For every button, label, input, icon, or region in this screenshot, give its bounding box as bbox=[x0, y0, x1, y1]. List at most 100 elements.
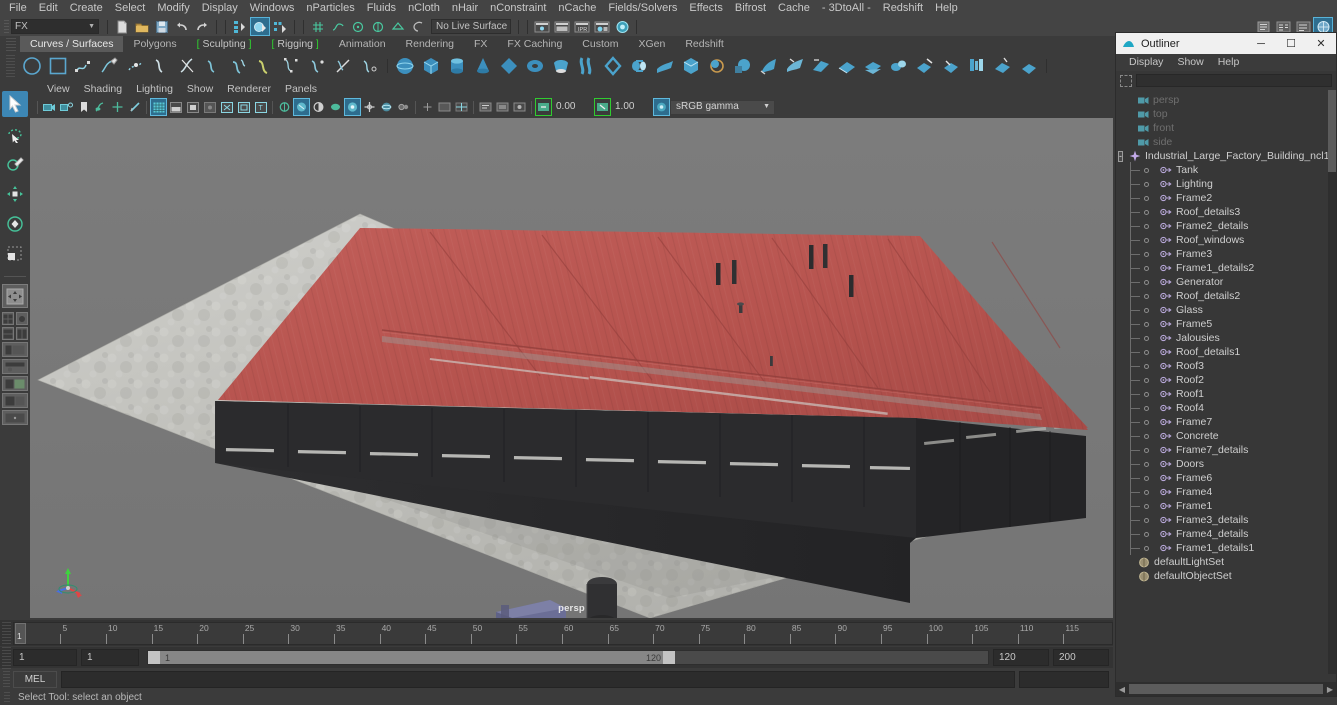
range-slider-grip[interactable] bbox=[2, 646, 11, 669]
camera-attributes-icon[interactable] bbox=[59, 99, 74, 115]
curve-cv-hardness-icon[interactable] bbox=[331, 53, 357, 78]
range-start-handle[interactable] bbox=[148, 651, 160, 664]
surface-fillet-icon[interactable] bbox=[990, 53, 1016, 78]
outliner-item-Roof1[interactable]: Roof1 bbox=[1116, 386, 1328, 401]
extrude-icon[interactable] bbox=[626, 53, 652, 78]
hypershade-persp-layout[interactable] bbox=[16, 327, 28, 340]
outliner-camera-top[interactable]: top bbox=[1116, 107, 1328, 121]
menu-3dtoall[interactable]: - 3DtoAll - bbox=[816, 0, 877, 17]
menu-windows[interactable]: Windows bbox=[244, 0, 301, 17]
snap-to-curve-icon[interactable] bbox=[329, 18, 347, 35]
bezier-curve-tool-icon[interactable] bbox=[123, 53, 149, 78]
curve-align-icon[interactable] bbox=[253, 53, 279, 78]
persp-outliner-layout[interactable] bbox=[16, 312, 28, 325]
pencil-curve-tool-icon[interactable] bbox=[97, 53, 123, 78]
ipr-render-icon[interactable] bbox=[553, 18, 571, 35]
menu-nconstraint[interactable]: nConstraint bbox=[484, 0, 552, 17]
shelf-tab-rendering[interactable]: Rendering bbox=[395, 36, 464, 52]
outliner-item-Roof_details2[interactable]: Roof_details2 bbox=[1116, 288, 1328, 303]
outliner-vertical-scrollbar[interactable] bbox=[1328, 90, 1336, 674]
wireframe-icon[interactable] bbox=[150, 98, 167, 116]
time-slider-track[interactable]: 1 5 10 15 20 25 30 35 40 45 50 55 60 65 70 75 80 85 90 95 1… bbox=[13, 621, 1113, 645]
menu-modify[interactable]: Modify bbox=[151, 0, 195, 17]
viewport-menu-lighting[interactable]: Lighting bbox=[129, 82, 180, 97]
curve-fillet-icon[interactable] bbox=[279, 53, 305, 78]
grid-toggle-icon[interactable] bbox=[454, 99, 469, 115]
menu-cache[interactable]: Cache bbox=[772, 0, 816, 17]
nurbs-square-icon[interactable] bbox=[45, 53, 71, 78]
outliner-menu-show[interactable]: Show bbox=[1170, 54, 1210, 71]
menu-ncache[interactable]: nCache bbox=[552, 0, 602, 17]
hypershade-icon[interactable] bbox=[593, 18, 611, 35]
menu-display[interactable]: Display bbox=[196, 0, 244, 17]
outliner-item-Roof_windows[interactable]: Roof_windows bbox=[1116, 232, 1328, 247]
lasso-select-tool[interactable] bbox=[2, 121, 28, 147]
boundary-icon[interactable] bbox=[678, 53, 704, 78]
exposure-icon[interactable] bbox=[535, 98, 552, 116]
outliner-item-Frame4_details[interactable]: Frame4_details bbox=[1116, 526, 1328, 541]
maximize-button[interactable]: ☐ bbox=[1276, 33, 1306, 54]
xray-joints-icon[interactable] bbox=[396, 99, 411, 115]
close-button[interactable]: ✕ bbox=[1306, 33, 1336, 54]
expand-collapse-toggle[interactable]: - bbox=[1118, 150, 1123, 162]
gamma-value[interactable]: 1.00 bbox=[611, 100, 653, 114]
rebuild-surfaces-icon[interactable] bbox=[1016, 53, 1042, 78]
screen-space-ambient-occlusion-icon[interactable] bbox=[293, 98, 310, 116]
new-scene-icon[interactable] bbox=[113, 18, 131, 35]
untrim-icon[interactable] bbox=[860, 53, 886, 78]
outliner-menu-help[interactable]: Help bbox=[1211, 54, 1247, 71]
scroll-left-arrow[interactable]: ◀ bbox=[1116, 682, 1128, 696]
outliner-persp-graph-layout[interactable] bbox=[2, 359, 28, 374]
playback-start-time-field[interactable]: 1 bbox=[81, 649, 139, 666]
playback-end-time-field[interactable]: 120 bbox=[993, 649, 1049, 666]
curve-offset-icon[interactable] bbox=[305, 53, 331, 78]
duplicate-surface-curve-icon[interactable] bbox=[149, 53, 175, 78]
command-input[interactable] bbox=[61, 671, 1015, 688]
outliner-item-Tank[interactable]: Tank bbox=[1116, 162, 1328, 177]
outliner-set-defaultObjectSet[interactable]: defaultObjectSet bbox=[1116, 569, 1328, 583]
bevel-plus-icon[interactable] bbox=[756, 53, 782, 78]
lighting-toggle-icon[interactable] bbox=[420, 99, 435, 115]
shelf-tab-grip[interactable] bbox=[6, 38, 16, 52]
select-by-component-icon[interactable] bbox=[271, 18, 289, 35]
scroll-right-arrow[interactable]: ▶ bbox=[1324, 682, 1336, 696]
outliner-horizontal-scrollbar[interactable]: ◀ ▶ bbox=[1116, 682, 1336, 696]
hud-toggle-icon[interactable] bbox=[478, 99, 493, 115]
nurbs-torus-icon[interactable] bbox=[522, 53, 548, 78]
intersect-surfaces-icon[interactable] bbox=[782, 53, 808, 78]
status-line-grip[interactable] bbox=[4, 19, 9, 34]
view-transform-selector[interactable]: sRGB gamma ▼ bbox=[670, 99, 775, 115]
loft-icon[interactable] bbox=[574, 53, 600, 78]
two-sided-lighting-icon[interactable] bbox=[437, 99, 452, 115]
paint-select-tool[interactable] bbox=[2, 151, 28, 177]
minimize-button[interactable]: ─ bbox=[1246, 33, 1276, 54]
render-current-frame-icon[interactable] bbox=[533, 18, 551, 35]
outliner-item-Roof_details1[interactable]: Roof_details1 bbox=[1116, 344, 1328, 359]
outliner-item-Concrete[interactable]: Concrete bbox=[1116, 428, 1328, 443]
range-end-handle[interactable] bbox=[663, 651, 675, 664]
use-all-lights-icon[interactable]: T bbox=[253, 99, 268, 115]
snap-to-point-icon[interactable] bbox=[349, 18, 367, 35]
select-camera-info-icon[interactable] bbox=[512, 99, 527, 115]
trim-tool-icon[interactable] bbox=[834, 53, 860, 78]
select-tool[interactable] bbox=[2, 91, 28, 117]
booleans-icon[interactable] bbox=[886, 53, 912, 78]
outliner-search-input[interactable] bbox=[1136, 74, 1332, 87]
outliner-item-Frame1_details1[interactable]: Frame1_details1 bbox=[1116, 540, 1328, 555]
menu-effects[interactable]: Effects bbox=[683, 0, 728, 17]
menu-ncloth[interactable]: nCloth bbox=[402, 0, 446, 17]
save-scene-icon[interactable] bbox=[153, 18, 171, 35]
outliner-item-Doors[interactable]: Doors bbox=[1116, 456, 1328, 471]
select-by-object-icon[interactable] bbox=[250, 17, 270, 36]
persp-graph-layout[interactable] bbox=[2, 327, 14, 340]
outliner-item-Frame7_details[interactable]: Frame7_details bbox=[1116, 442, 1328, 457]
nurbs-cube-icon[interactable] bbox=[418, 53, 444, 78]
outliner-item-Lighting[interactable]: Lighting bbox=[1116, 176, 1328, 191]
redo-icon[interactable] bbox=[193, 18, 211, 35]
outliner-item-Frame1_details2[interactable]: Frame1_details2 bbox=[1116, 260, 1328, 275]
menu-redshift[interactable]: Redshift bbox=[877, 0, 929, 17]
persp-render-layout[interactable] bbox=[2, 342, 28, 357]
shelf-tab-redshift[interactable]: Redshift bbox=[675, 36, 734, 52]
outliner-set-defaultLightSet[interactable]: defaultLightSet bbox=[1116, 555, 1328, 569]
xray-icon[interactable] bbox=[379, 99, 394, 115]
